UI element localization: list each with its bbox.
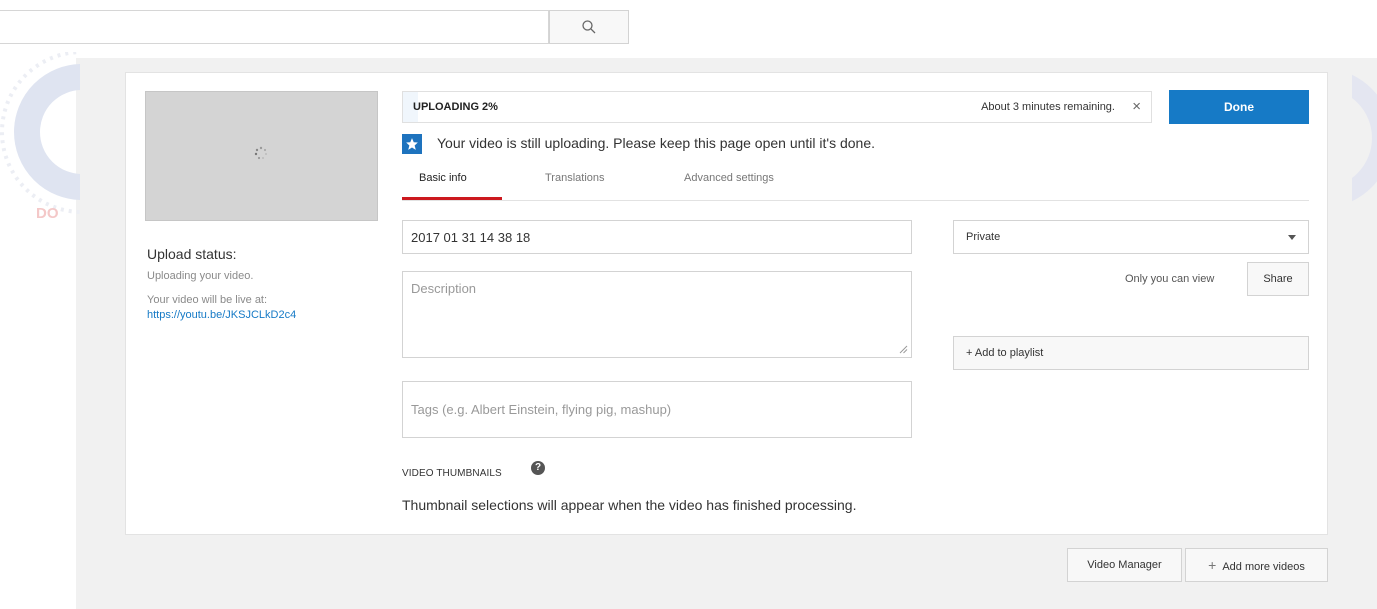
add-more-videos-label: Add more videos (1222, 561, 1305, 573)
add-more-videos-button[interactable]: + Add more videos (1185, 548, 1328, 582)
share-button[interactable]: Share (1247, 262, 1309, 296)
live-at-label: Your video will be live at: (147, 294, 268, 306)
search-icon (582, 20, 596, 34)
tags-input[interactable] (402, 381, 912, 438)
search-button[interactable] (549, 10, 629, 44)
tab-translations[interactable]: Translations (545, 172, 605, 184)
description-input[interactable] (402, 271, 912, 358)
upload-notice: Your video is still uploading. Please ke… (437, 135, 876, 151)
time-remaining: About 3 minutes remaining. (981, 101, 1115, 113)
tab-basic-info[interactable]: Basic info (419, 172, 467, 184)
svg-text:DO: DO (36, 205, 59, 222)
tab-bar: Basic info Translations Advanced setting… (402, 166, 1309, 201)
upload-progress-bar: UPLOADING 2% About 3 minutes remaining. … (402, 91, 1152, 123)
video-manager-button[interactable]: Video Manager (1067, 548, 1182, 582)
thumbnails-message: Thumbnail selections will appear when th… (402, 497, 857, 513)
resize-handle-icon[interactable] (899, 345, 908, 354)
tab-advanced-settings[interactable]: Advanced settings (684, 172, 774, 184)
loading-spinner-icon (254, 146, 267, 160)
done-button[interactable]: Done (1169, 90, 1309, 124)
add-to-playlist-button[interactable]: + Add to playlist (953, 336, 1309, 370)
watermark-logo: DO (0, 52, 80, 222)
video-url-link[interactable]: https://youtu.be/JKSJCLkD2c4 (147, 309, 296, 321)
star-icon (402, 134, 422, 154)
dropdown-caret-icon (1288, 235, 1296, 240)
video-thumbnails-heading: VIDEO THUMBNAILS (402, 468, 502, 479)
upload-status-title: Upload status: (147, 246, 237, 262)
privacy-selected-value: Private (966, 231, 1001, 243)
cancel-upload-close-icon[interactable]: × (1132, 98, 1141, 115)
plus-icon: + (1208, 557, 1217, 573)
privacy-caption: Only you can view (1125, 273, 1215, 285)
privacy-select[interactable]: Private (953, 220, 1309, 254)
upload-status-text: Uploading your video. (147, 270, 254, 282)
help-icon[interactable]: ? (531, 461, 545, 475)
search-input[interactable] (0, 10, 549, 44)
active-tab-underline (402, 197, 502, 200)
upload-progress-label: UPLOADING 2% (413, 101, 498, 113)
title-input[interactable] (402, 220, 912, 254)
watermark-logo-right (1352, 74, 1377, 202)
